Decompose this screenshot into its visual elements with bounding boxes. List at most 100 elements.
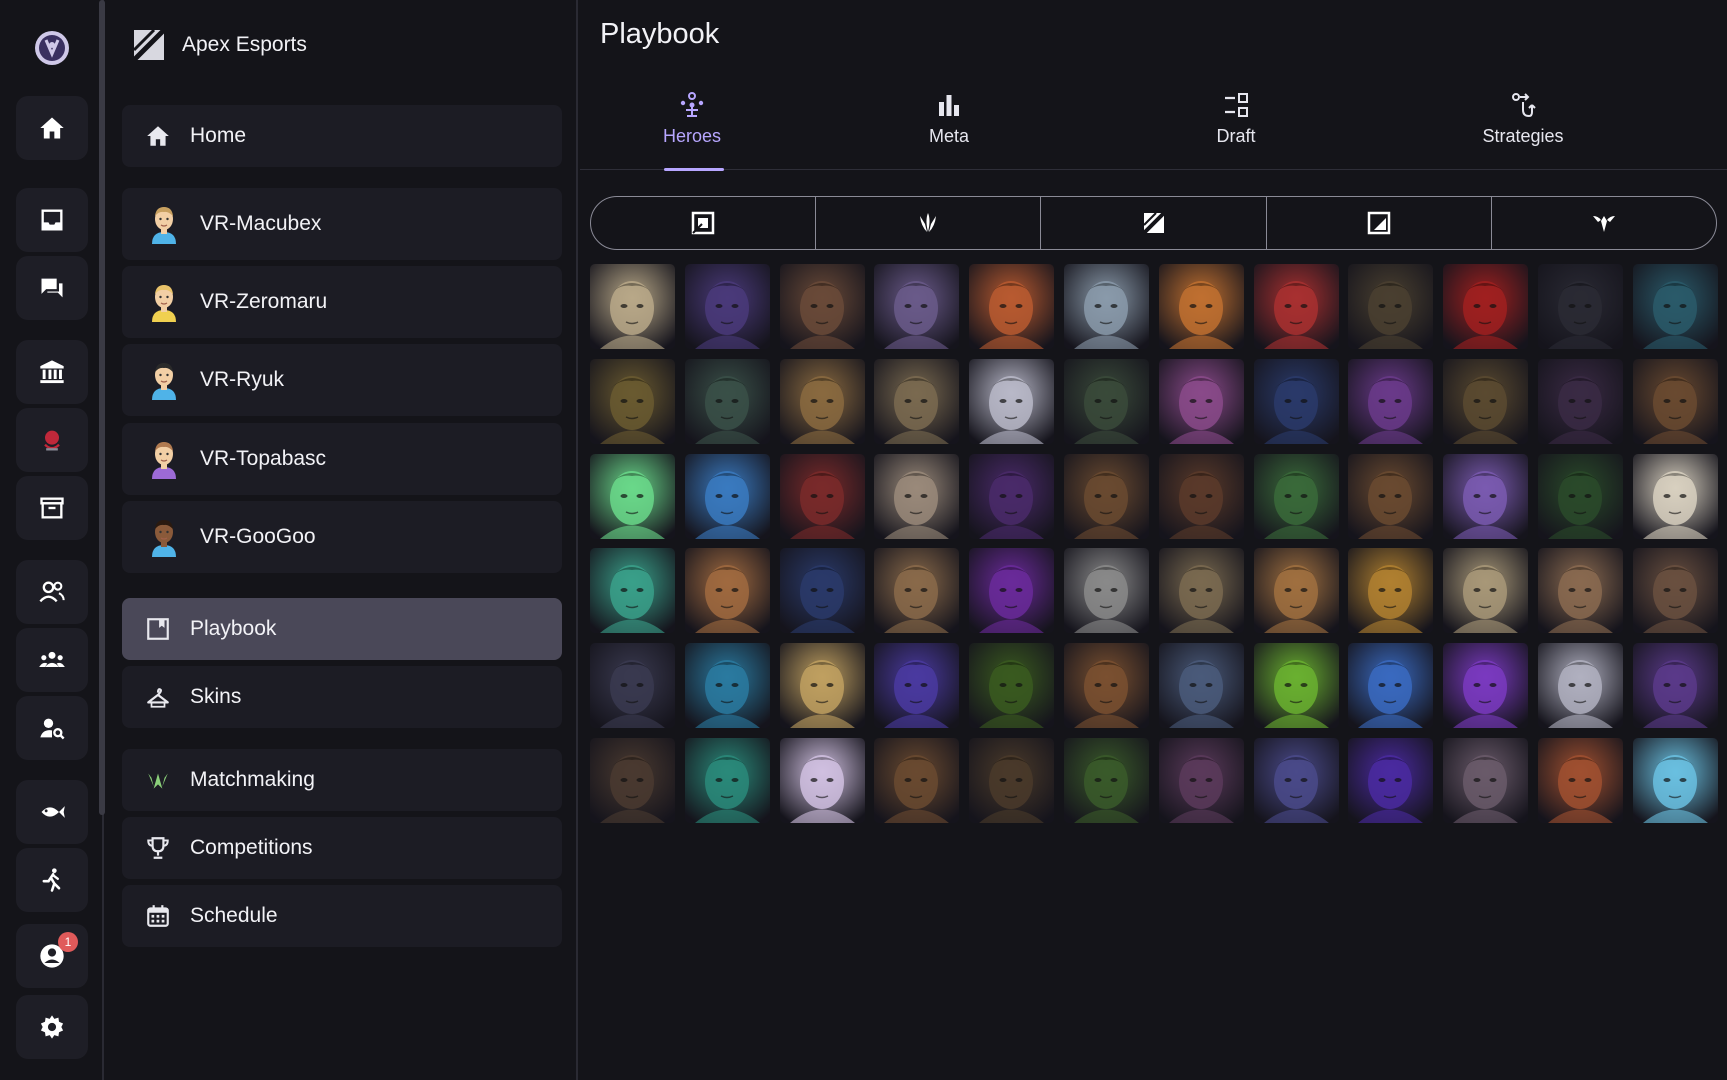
hero-portrait[interactable] bbox=[1537, 453, 1623, 539]
hero-portrait[interactable] bbox=[1158, 548, 1244, 634]
tab-strategies[interactable]: Strategies bbox=[1453, 80, 1593, 170]
hero-portrait[interactable] bbox=[969, 453, 1055, 539]
hero-portrait[interactable] bbox=[684, 264, 770, 349]
hero-portrait[interactable] bbox=[1158, 264, 1244, 349]
hero-portrait[interactable] bbox=[1063, 737, 1149, 823]
people-icon[interactable] bbox=[16, 560, 88, 624]
hero-portrait[interactable] bbox=[1063, 264, 1149, 349]
bank-icon[interactable] bbox=[16, 340, 88, 404]
hero-portrait[interactable] bbox=[1158, 358, 1244, 444]
hero-portrait[interactable] bbox=[969, 737, 1055, 823]
hero-portrait[interactable] bbox=[779, 643, 865, 729]
team-logo-icon[interactable] bbox=[16, 408, 88, 472]
filter-wing[interactable] bbox=[1492, 197, 1716, 249]
hero-portrait[interactable] bbox=[1063, 643, 1149, 729]
hero-portrait[interactable] bbox=[590, 737, 675, 823]
hero-portrait[interactable] bbox=[1063, 358, 1149, 444]
nav-item-competitions[interactable]: Competitions bbox=[122, 817, 562, 879]
hero-portrait[interactable] bbox=[1443, 548, 1529, 634]
hero-portrait[interactable] bbox=[969, 358, 1055, 444]
nav-item-player[interactable]: VR-Macubex bbox=[122, 188, 562, 260]
nav-item-player[interactable]: VR-Zeromaru bbox=[122, 266, 562, 338]
hero-portrait[interactable] bbox=[1537, 264, 1623, 349]
hero-portrait[interactable] bbox=[1443, 643, 1529, 729]
hero-portrait[interactable] bbox=[1063, 548, 1149, 634]
hero-portrait[interactable] bbox=[1348, 264, 1434, 349]
hero-portrait[interactable] bbox=[1632, 264, 1718, 349]
nav-item-schedule[interactable]: Schedule bbox=[122, 885, 562, 947]
hero-portrait[interactable] bbox=[590, 643, 675, 729]
hero-portrait[interactable] bbox=[1158, 737, 1244, 823]
hero-portrait[interactable] bbox=[1632, 358, 1718, 444]
archive-icon[interactable] bbox=[16, 476, 88, 540]
inbox-icon[interactable] bbox=[16, 188, 88, 252]
hero-portrait[interactable] bbox=[874, 737, 960, 823]
running-icon[interactable] bbox=[16, 848, 88, 912]
hero-portrait[interactable] bbox=[1443, 358, 1529, 444]
nav-item-player[interactable]: VR-Topabasc bbox=[122, 423, 562, 495]
hero-portrait[interactable] bbox=[1537, 548, 1623, 634]
hero-portrait[interactable] bbox=[874, 453, 960, 539]
nav-item-player[interactable]: VR-Ryuk bbox=[122, 344, 562, 416]
logo-icon[interactable] bbox=[32, 28, 72, 68]
hero-portrait[interactable] bbox=[779, 737, 865, 823]
hero-portrait[interactable] bbox=[779, 264, 865, 349]
account-icon[interactable]: 1 bbox=[16, 924, 88, 988]
tab-heroes[interactable]: Heroes bbox=[622, 80, 762, 171]
hero-portrait[interactable] bbox=[1253, 548, 1339, 634]
rail-scrollbar[interactable] bbox=[99, 0, 105, 815]
hero-portrait[interactable] bbox=[1063, 453, 1149, 539]
hero-portrait[interactable] bbox=[1632, 643, 1718, 729]
hero-portrait[interactable] bbox=[1632, 453, 1718, 539]
hero-portrait[interactable] bbox=[1443, 264, 1529, 349]
hero-portrait[interactable] bbox=[1348, 453, 1434, 539]
home-icon[interactable] bbox=[16, 96, 88, 160]
hero-portrait[interactable] bbox=[969, 548, 1055, 634]
filter-support[interactable] bbox=[1267, 197, 1492, 249]
hero-portrait[interactable] bbox=[1348, 358, 1434, 444]
hero-portrait[interactable] bbox=[1348, 737, 1434, 823]
hero-portrait[interactable] bbox=[874, 358, 960, 444]
hero-portrait[interactable] bbox=[1253, 358, 1339, 444]
hero-portrait[interactable] bbox=[874, 548, 960, 634]
org-header[interactable]: Apex Esports bbox=[132, 28, 307, 62]
hero-portrait[interactable] bbox=[874, 264, 960, 349]
nav-item-playbook[interactable]: Playbook bbox=[122, 598, 562, 660]
hero-portrait[interactable] bbox=[684, 548, 770, 634]
nav-item-matchmaking[interactable]: Matchmaking bbox=[122, 749, 562, 811]
hero-portrait[interactable] bbox=[969, 643, 1055, 729]
hero-portrait[interactable] bbox=[1443, 453, 1529, 539]
filter-slash[interactable] bbox=[1041, 197, 1267, 249]
hero-portrait[interactable] bbox=[1632, 548, 1718, 634]
tab-draft[interactable]: Draft bbox=[1166, 80, 1306, 170]
hero-portrait[interactable] bbox=[779, 358, 865, 444]
hero-portrait[interactable] bbox=[590, 548, 675, 634]
chat-icon[interactable] bbox=[16, 256, 88, 320]
filter-flame[interactable] bbox=[816, 197, 1042, 249]
tab-meta[interactable]: Meta bbox=[879, 80, 1019, 170]
hero-portrait[interactable] bbox=[779, 548, 865, 634]
hero-portrait[interactable] bbox=[1537, 737, 1623, 823]
hero-portrait[interactable] bbox=[1443, 737, 1529, 823]
hero-portrait[interactable] bbox=[1253, 643, 1339, 729]
hero-portrait[interactable] bbox=[1537, 643, 1623, 729]
hero-portrait[interactable] bbox=[1253, 264, 1339, 349]
hero-portrait[interactable] bbox=[1348, 548, 1434, 634]
hero-portrait[interactable] bbox=[779, 453, 865, 539]
hero-portrait[interactable] bbox=[1158, 453, 1244, 539]
fish-icon[interactable] bbox=[16, 780, 88, 844]
hero-portrait[interactable] bbox=[684, 737, 770, 823]
hero-portrait[interactable] bbox=[1253, 737, 1339, 823]
hero-portrait[interactable] bbox=[590, 358, 675, 444]
hero-portrait[interactable] bbox=[1632, 737, 1718, 823]
hero-portrait[interactable] bbox=[590, 264, 675, 349]
hero-portrait[interactable] bbox=[684, 358, 770, 444]
hero-portrait[interactable] bbox=[684, 453, 770, 539]
hero-portrait[interactable] bbox=[874, 643, 960, 729]
hero-portrait[interactable] bbox=[1537, 358, 1623, 444]
settings-icon[interactable] bbox=[16, 995, 88, 1059]
filter-tank[interactable] bbox=[591, 197, 817, 249]
hero-portrait[interactable] bbox=[1253, 453, 1339, 539]
hero-portrait[interactable] bbox=[1348, 643, 1434, 729]
hero-portrait[interactable] bbox=[1158, 643, 1244, 729]
